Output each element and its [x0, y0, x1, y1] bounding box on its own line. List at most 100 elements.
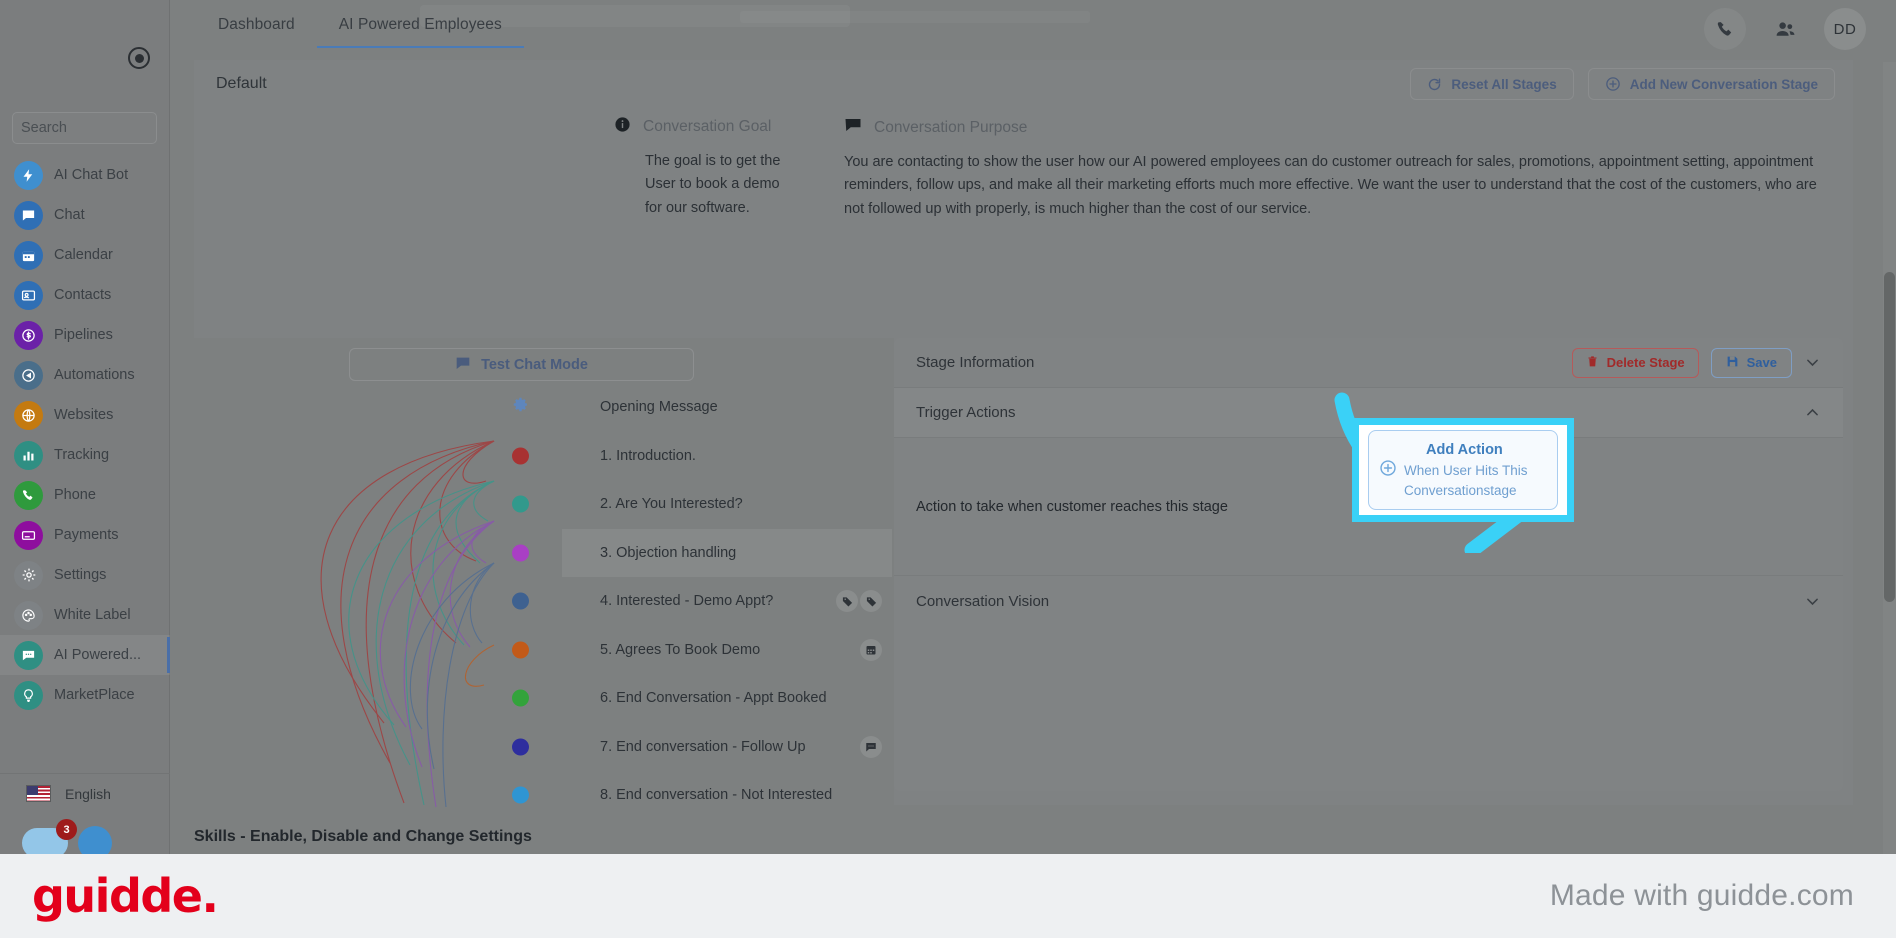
dollar-icon	[14, 320, 43, 350]
stage-row-4[interactable]: 4. Interested - Demo Appt?	[512, 577, 892, 626]
stage-row-6[interactable]: 6. End Conversation - Appt Booked	[512, 674, 892, 723]
stage-dot	[512, 786, 529, 804]
chevron-up-icon[interactable]	[1804, 404, 1821, 421]
conversation-goal-text: The goal is to get the User to book a de…	[645, 153, 781, 216]
sidebar-item-payments[interactable]: Payments	[0, 515, 170, 555]
calendar-icon[interactable]	[860, 638, 882, 661]
stage-list-pane: Test Chat Mode Opening Message 1. Introd…	[194, 338, 894, 808]
credit-card-icon	[14, 520, 43, 550]
stage-row-opening-message[interactable]: Opening Message	[513, 383, 892, 432]
sidebar-item-websites[interactable]: Websites	[0, 395, 170, 435]
gear-icon	[14, 560, 43, 590]
conversation-goal-header: Conversation Goal	[614, 116, 794, 138]
stage-dot	[512, 495, 529, 513]
top-tab-bar: Dashboard AI Powered Employees DD	[170, 0, 1896, 62]
conversation-stage-card: Default Reset All Stages Add New Convers…	[194, 60, 1853, 808]
sidebar-nav: AI Chat Bot Chat Calendar Contacts Pipel…	[0, 155, 170, 715]
add-action-title: Add Action	[1426, 441, 1503, 458]
help-widget[interactable]	[78, 826, 112, 855]
sidebar-item-label: Websites	[54, 407, 114, 423]
sidebar-item-ai-powered-employees[interactable]: AI Powered...	[0, 635, 170, 675]
conversation-goal-label: Conversation Goal	[643, 118, 772, 135]
stage-row-3[interactable]: 3. Objection handling	[512, 528, 892, 577]
sidebar-item-label: Chat	[54, 207, 85, 223]
scrollbar-thumb[interactable]	[1884, 272, 1895, 602]
sidebar-item-label: Calendar	[54, 247, 113, 263]
record-dot-icon[interactable]	[128, 47, 150, 69]
section-title: Stage Information	[916, 354, 1035, 371]
sidebar-item-white-label[interactable]: White Label	[0, 595, 170, 635]
sidebar-item-chat[interactable]: Chat	[0, 195, 170, 235]
bar-chart-icon	[14, 440, 43, 470]
tab-ai-powered-employees[interactable]: AI Powered Employees	[316, 16, 524, 48]
search-input[interactable]	[21, 120, 208, 136]
background-ghost-element-2	[740, 11, 1090, 23]
tag-icon[interactable]	[836, 590, 858, 613]
sidebar-bottom-widgets: 3	[22, 819, 112, 855]
language-selector[interactable]: English	[0, 773, 170, 813]
page-scrollbar[interactable]	[1883, 62, 1896, 855]
phone-icon[interactable]	[1704, 8, 1746, 50]
button-label: Test Chat Mode	[481, 356, 588, 373]
test-chat-mode-button[interactable]: Test Chat Mode	[349, 348, 694, 381]
sidebar-item-marketplace[interactable]: MarketPlace	[0, 675, 170, 715]
sidebar-item-pipelines[interactable]: Pipelines	[0, 315, 170, 355]
conversation-goal-block: Conversation Goal The goal is to get the…	[194, 116, 794, 221]
sidebar-item-settings[interactable]: Settings	[0, 555, 170, 595]
stage-row-2[interactable]: 2. Are You Interested?	[512, 480, 892, 529]
section-title: Conversation Vision	[916, 592, 1050, 610]
delete-stage-button[interactable]: Delete Stage	[1571, 347, 1699, 378]
tab-strip: Dashboard AI Powered Employees	[196, 16, 524, 48]
sidebar-item-ai-chat-bot[interactable]: AI Chat Bot	[0, 155, 170, 195]
sidebar-item-phone[interactable]: Phone	[0, 475, 170, 515]
add-action-highlight: Add Action When User Hits This Conversat…	[1352, 418, 1574, 522]
sidebar-item-calendar[interactable]: Calendar	[0, 235, 170, 275]
sidebar-item-label: White Label	[54, 607, 131, 623]
sidebar-item-label: Phone	[54, 487, 96, 503]
stage-row-icons	[836, 590, 882, 613]
sidebar-item-contacts[interactable]: Contacts	[0, 275, 170, 315]
search-box[interactable]	[12, 112, 223, 144]
add-new-conversation-stage-button[interactable]: Add New Conversation Stage	[1587, 68, 1835, 100]
stage-row-1[interactable]: 1. Introduction.	[512, 432, 892, 481]
trigger-action-description: Action to take when customer reaches thi…	[916, 498, 1228, 515]
guidde-logo: guidde.	[32, 869, 219, 923]
stage-editor-panel: Test Chat Mode Opening Message 1. Introd…	[194, 338, 1853, 808]
bulb-icon	[14, 680, 43, 710]
tag-icon[interactable]	[860, 590, 882, 613]
sidebar-item-tracking[interactable]: Tracking	[0, 435, 170, 475]
save-button[interactable]: Save	[1710, 347, 1792, 378]
gear-icon[interactable]	[512, 396, 529, 418]
notification-widget[interactable]: 3	[22, 819, 77, 855]
conversation-purpose-header: Conversation Purpose	[844, 116, 1823, 139]
palette-icon	[14, 600, 43, 630]
sidebar-item-label: Pipelines	[54, 327, 113, 343]
stage-row-8[interactable]: 8. End conversation - Not Interested	[512, 771, 892, 820]
button-label: Reset All Stages	[1451, 76, 1557, 92]
chevron-down-icon[interactable]	[1804, 593, 1821, 610]
avatar[interactable]: DD	[1824, 8, 1866, 50]
tab-dashboard[interactable]: Dashboard	[196, 16, 317, 48]
stage-dot	[512, 544, 529, 562]
people-icon[interactable]	[1764, 8, 1806, 50]
trash-icon	[1586, 355, 1599, 371]
plus-circle-icon	[1379, 459, 1397, 482]
stage-row-5[interactable]: 5. Agrees To Book Demo	[512, 626, 892, 675]
stage-list: Opening Message 1. Introduction. 2. Are …	[512, 383, 892, 820]
conversation-vision-toggle	[1804, 593, 1821, 610]
left-sidebar: AI Chat Bot Chat Calendar	[0, 0, 223, 855]
add-action-button[interactable]: Add Action When User Hits This Conversat…	[1368, 430, 1558, 510]
sidebar-item-automations[interactable]: Automations	[0, 355, 170, 395]
sidebar-item-label: Payments	[54, 527, 119, 543]
chat-dots-icon[interactable]	[860, 735, 882, 758]
chevron-down-icon[interactable]	[1804, 354, 1821, 371]
stage-label: 4. Interested - Demo Appt?	[600, 593, 774, 610]
stage-dot	[512, 592, 529, 610]
tab-label: AI Powered Employees	[338, 16, 502, 33]
top-action-group: DD	[1704, 8, 1866, 50]
conversation-vision-header[interactable]: Conversation Vision	[894, 576, 1843, 626]
sidebar-item-label: MarketPlace	[54, 687, 135, 703]
reset-all-stages-button[interactable]: Reset All Stages	[1410, 68, 1574, 100]
sidebar-item-label: Settings	[54, 567, 107, 583]
stage-row-7[interactable]: 7. End conversation - Follow Up	[512, 723, 892, 772]
